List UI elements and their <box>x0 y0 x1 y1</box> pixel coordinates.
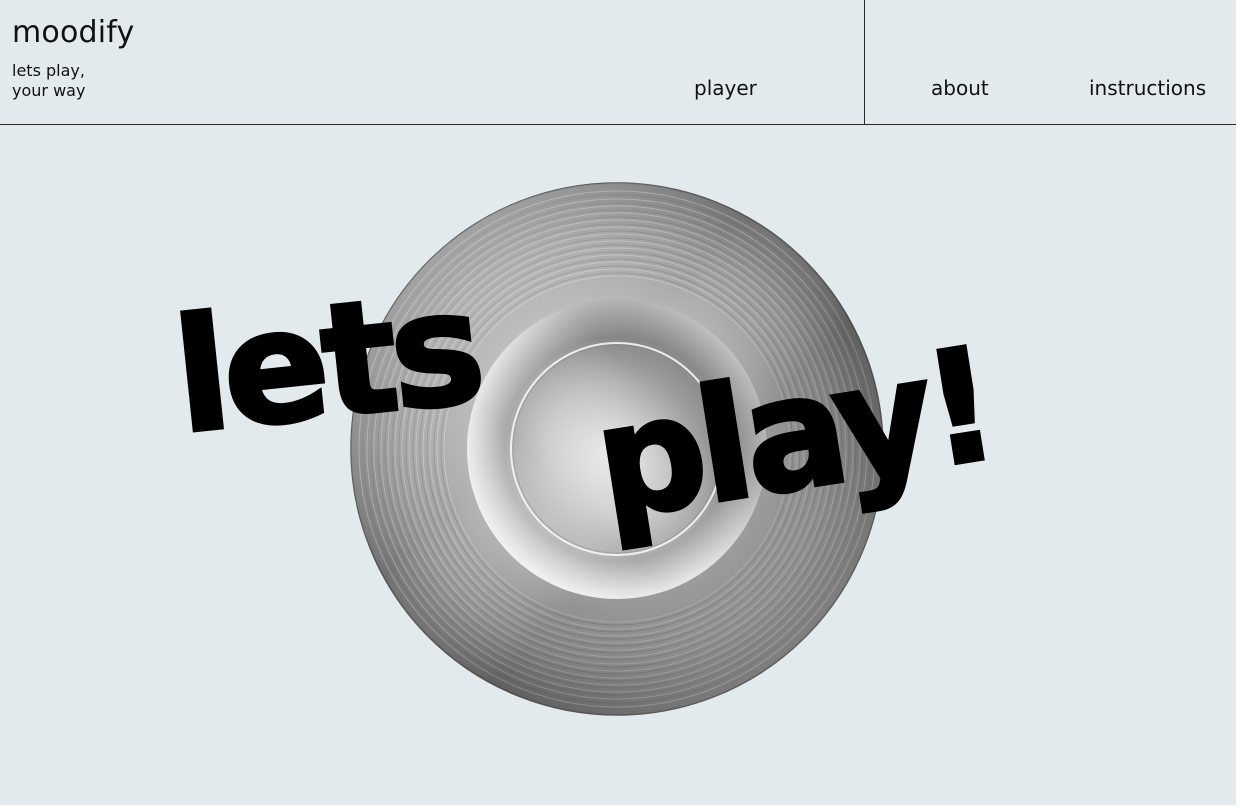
hero: lets play! <box>0 125 1236 805</box>
tagline-line-2: your way <box>12 81 86 100</box>
brand-logo[interactable]: moodify <box>12 18 135 48</box>
site-header: moodify lets play, your way player about… <box>0 0 1236 125</box>
nav-instructions-link[interactable]: instructions <box>1089 76 1206 100</box>
tagline-line-1: lets play, <box>12 61 85 80</box>
nav-divider <box>864 0 865 124</box>
page: moodify lets play, your way player about… <box>0 0 1236 805</box>
hero-lets-text: lets <box>164 254 488 471</box>
nav-player-link[interactable]: player <box>694 76 757 100</box>
tagline: lets play, your way <box>12 61 132 101</box>
nav-about-link[interactable]: about <box>931 76 989 100</box>
